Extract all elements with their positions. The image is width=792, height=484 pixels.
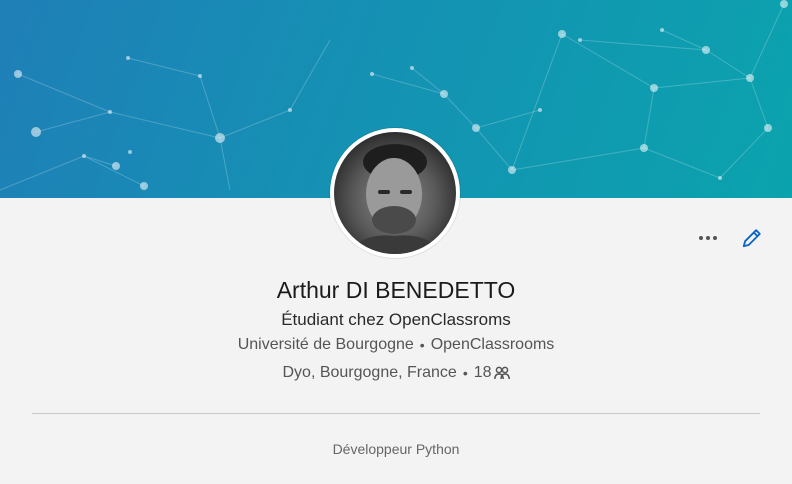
- avatar[interactable]: [330, 128, 460, 258]
- education-company-line: Université de Bourgogne • OpenClassrooms: [0, 336, 792, 354]
- more-icon-dot: [713, 236, 717, 240]
- pencil-icon: [742, 229, 761, 248]
- profile-photo: [334, 132, 456, 254]
- profile-name: Arthur DI BENEDETTO: [276, 277, 516, 303]
- separator: •: [419, 337, 425, 353]
- more-icon: [699, 236, 703, 240]
- person-silhouette-icon: [344, 144, 446, 254]
- separator: •: [462, 365, 468, 381]
- connections-count: 18: [473, 364, 492, 381]
- summary-text: Développeur Python: [332, 441, 460, 457]
- location-text: Dyo, Bourgogne, France: [282, 364, 457, 381]
- divider: [32, 413, 760, 414]
- edit-profile-button[interactable]: [738, 224, 766, 252]
- people-icon: [493, 366, 510, 380]
- more-icon-dot: [706, 236, 710, 240]
- more-button[interactable]: [694, 226, 722, 250]
- location-line: Dyo, Bourgogne, France • 18: [0, 364, 792, 382]
- profile-headline: Étudiant chez OpenClassroms: [281, 310, 511, 329]
- connections-link[interactable]: 18: [474, 364, 510, 382]
- school-link[interactable]: Université de Bourgogne: [238, 336, 414, 354]
- company-link[interactable]: OpenClassrooms: [431, 336, 555, 354]
